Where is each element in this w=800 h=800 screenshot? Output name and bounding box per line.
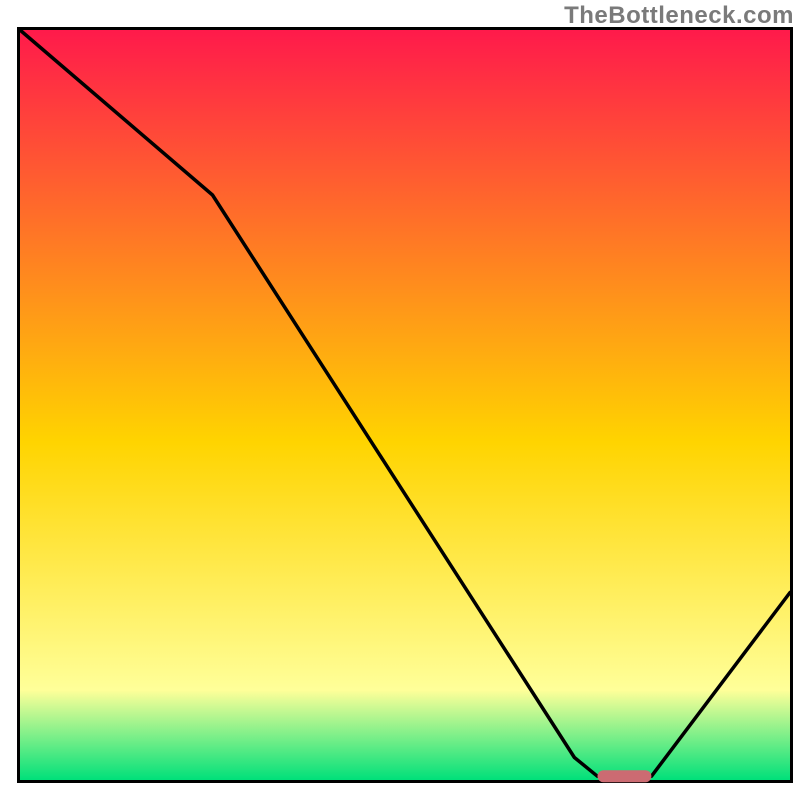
optimal-range-marker (598, 770, 652, 782)
watermark-text: TheBottleneck.com (564, 2, 794, 30)
chart-container: { "watermark": "TheBottleneck.com", "cha… (0, 0, 800, 800)
bottleneck-curve-chart (0, 0, 800, 800)
plot-background (20, 30, 790, 780)
